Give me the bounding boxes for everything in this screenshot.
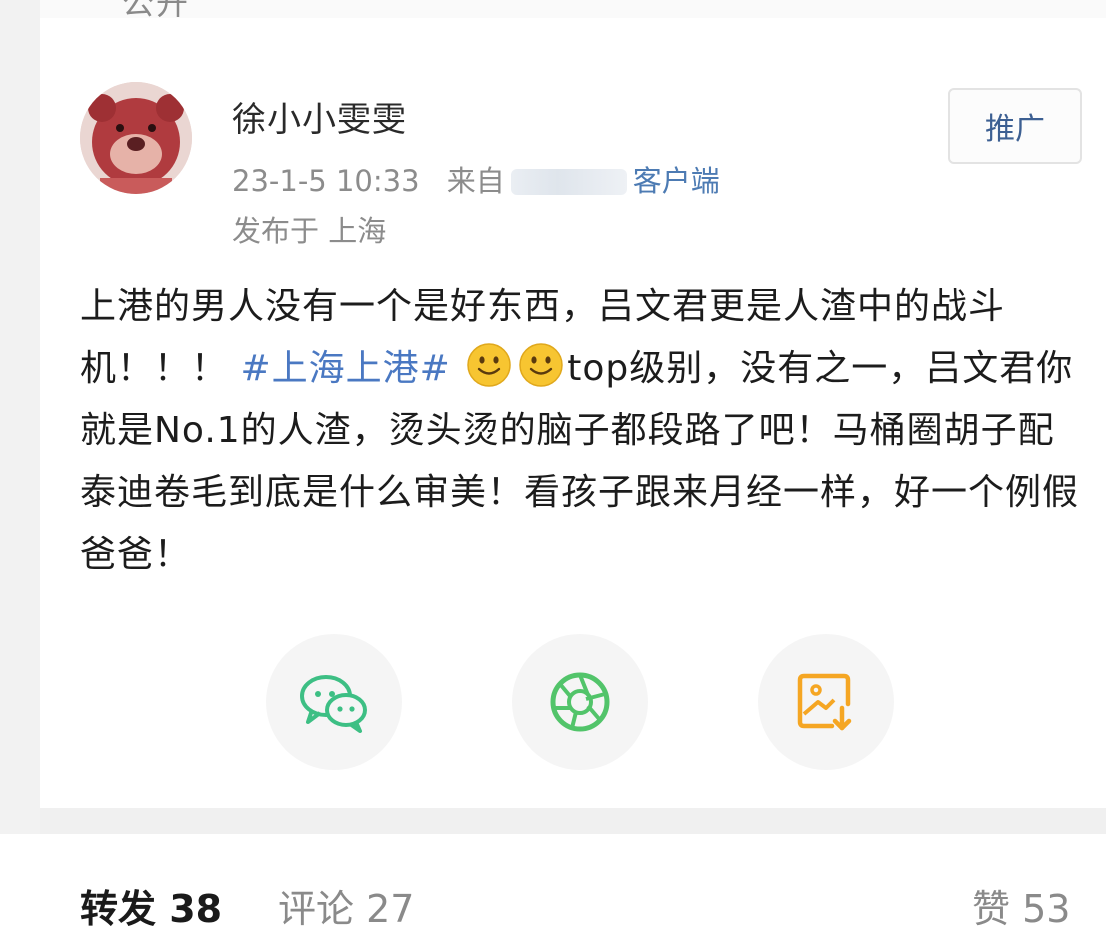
post-text-part2: top级别，没有之一，吕文君你就是No.1的人渣，烫头烫的脑子都段路了吧！马桶圈… [80,348,1080,575]
like-tab[interactable]: 赞 53 [972,878,1070,933]
blurred-client-name [510,169,627,195]
save-image-button[interactable] [758,634,894,770]
post-card: 徐小小雯雯 23-1-5 10:33 来自 客户端 发布于 上海 推广 上港的男人… [40,18,1106,808]
from-label: 来自 [446,164,505,198]
author-avatar[interactable] [80,82,192,194]
save-image-icon [797,673,852,731]
comment-tab[interactable]: 评论 27 [278,878,414,933]
author-name[interactable]: 徐小小雯雯 [232,92,407,141]
left-margin [0,0,40,936]
bear-avatar-image [80,82,192,194]
previous-item-strip: 公开 [40,0,1106,18]
visibility-label: 公开 [122,0,190,18]
forward-tab[interactable]: 转发 38 [80,878,222,933]
stats-bar: 转发 38 评论 27 赞 53 [0,834,1106,936]
post-meta: 23-1-5 10:33 来自 客户端 [232,158,720,200]
hashtag-link[interactable]: #上海上港# [240,348,450,389]
smile-emoji-icon [467,343,512,387]
share-wechat-button[interactable] [266,634,402,770]
post-text: 上港的男人没有一个是好东西，吕文君更是人渣中的战斗机！！！ #上海上港# top… [80,276,1090,586]
moments-icon [550,672,610,732]
promote-button[interactable]: 推广 [948,88,1082,164]
share-moments-button[interactable] [512,634,648,770]
client-name[interactable]: 客户端 [633,164,720,198]
post-location: 发布于 上海 [232,214,387,248]
post-time: 23-1-5 10:33 [232,164,420,198]
smile-emoji-icon [519,343,564,387]
section-divider [40,808,1106,834]
wechat-icon [300,675,367,733]
